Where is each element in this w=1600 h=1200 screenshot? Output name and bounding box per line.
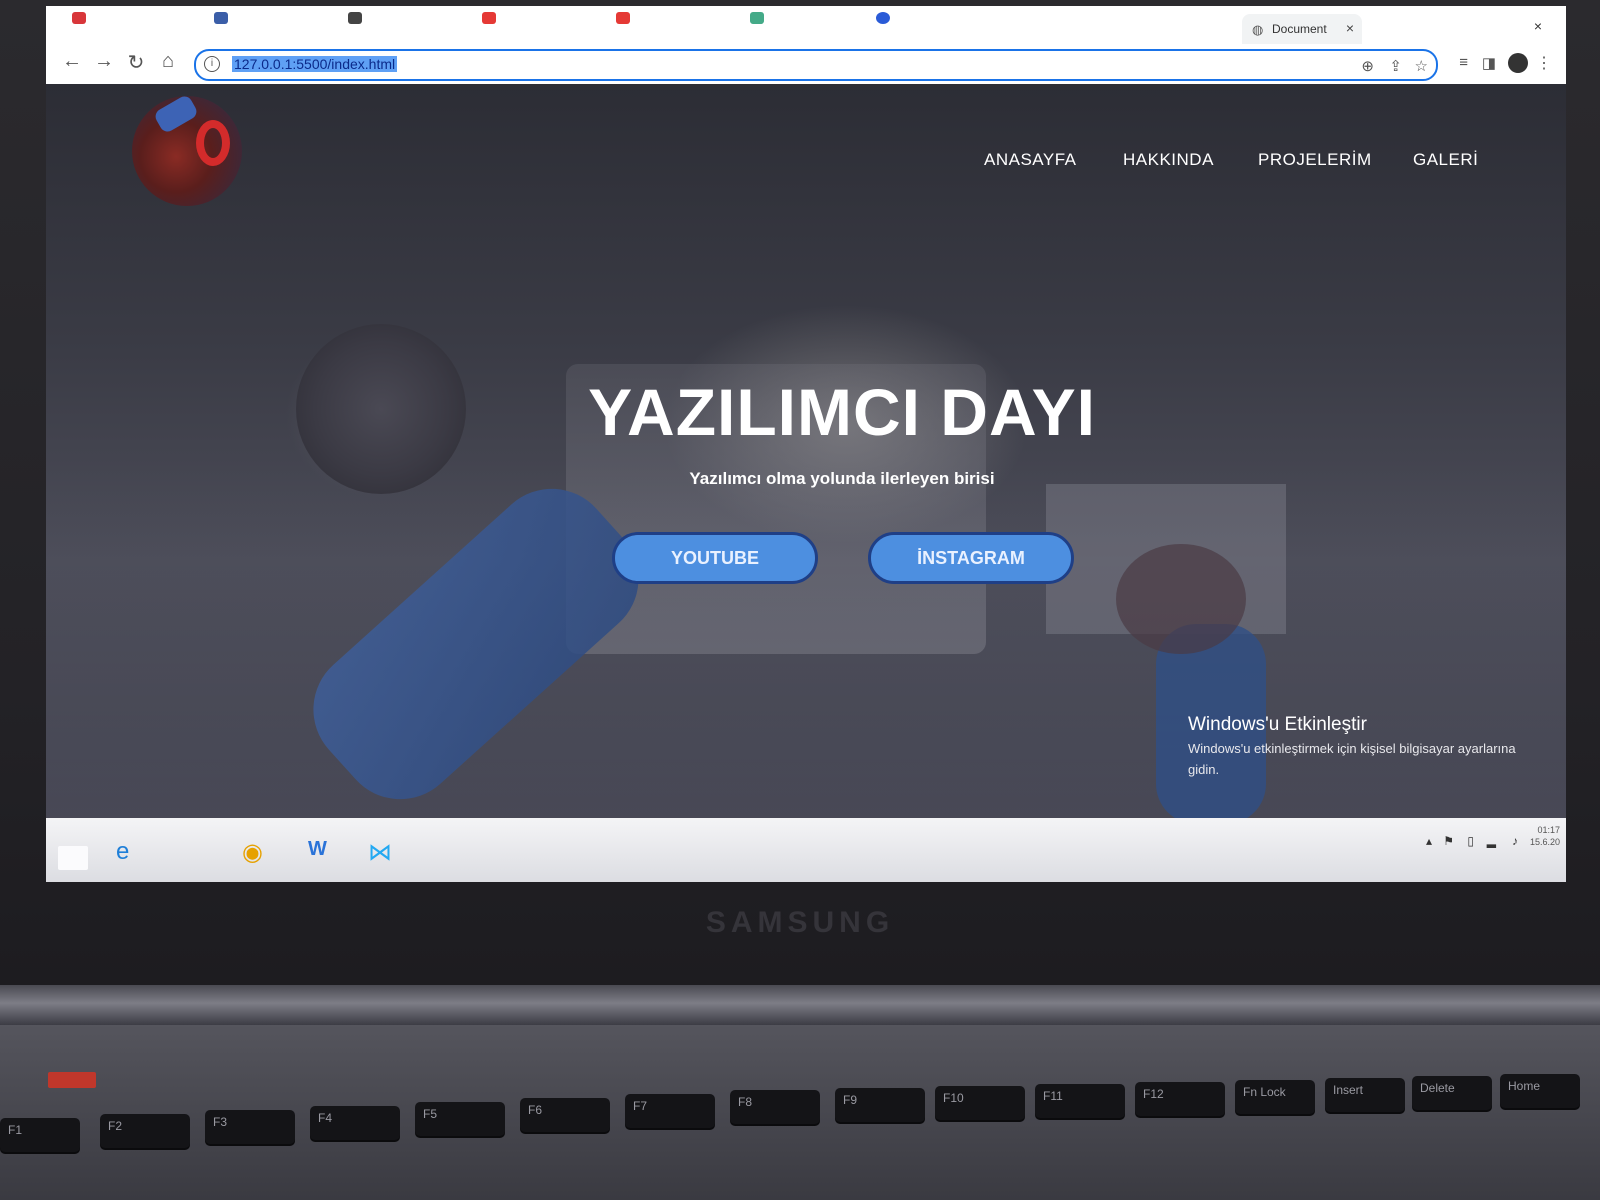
key-f2: F2	[100, 1114, 190, 1148]
battery-icon[interactable]: ▯	[1467, 834, 1474, 848]
chrome-icon[interactable]: ◉	[242, 838, 263, 867]
start-button[interactable]	[58, 846, 88, 870]
address-bar[interactable]: i 127.0.0.1:5500/index.html ⊕ ⇪ ☆	[194, 49, 1438, 81]
key-f6: F6	[520, 1098, 610, 1132]
globe-icon: ◍	[1252, 22, 1264, 37]
address-bar-url[interactable]: 127.0.0.1:5500/index.html	[232, 56, 398, 72]
key-f5: F5	[415, 1102, 505, 1136]
word-icon[interactable]: W	[308, 838, 327, 861]
key-insert: Insert	[1325, 1078, 1405, 1112]
key-home: Home	[1500, 1074, 1580, 1108]
internet-explorer-icon[interactable]: e	[116, 838, 129, 866]
window-close-icon[interactable]: ×	[1534, 18, 1542, 34]
show-hidden-icons-icon[interactable]: ▴	[1426, 834, 1432, 848]
side-panel-icon[interactable]: ◨	[1482, 54, 1496, 72]
key-delete: Delete	[1412, 1076, 1492, 1110]
key-fn-lock: Fn Lock	[1235, 1080, 1315, 1114]
key-f4: F4	[310, 1106, 400, 1140]
clock-time: 01:17	[1537, 825, 1560, 835]
watermark-text: Windows'u etkinleştirmek için kişisel bi…	[1188, 741, 1516, 777]
hero-title: YAZILIMCI DAYI	[588, 375, 1096, 449]
site-logo[interactable]	[132, 96, 242, 206]
key-f1: F1	[0, 1118, 80, 1152]
vscode-icon[interactable]: ⋈	[368, 838, 392, 867]
windows-taskbar: e ◉ W ⋈ ▴ ⚑ ▯ ▂ ♪ 01:17 15.6.20	[46, 818, 1566, 882]
menu-kebab-icon[interactable]: ⋮	[1536, 53, 1552, 73]
website-viewport: ANASAYFA HAKKINDA PROJELERİM GALERİ YAZI…	[46, 84, 1566, 818]
key-f9: F9	[835, 1088, 925, 1122]
bookmark-star-icon[interactable]: ☆	[1415, 57, 1428, 75]
key-f12: F12	[1135, 1082, 1225, 1116]
laptop-screen: ◍ Document × × ← → ↻ ⌂ i 127.0.0.1:5500/…	[46, 6, 1566, 882]
key-f8: F8	[730, 1090, 820, 1124]
nav-hakkinda[interactable]: HAKKINDA	[1123, 150, 1214, 170]
laptop-hinge	[0, 985, 1600, 1025]
nav-galeri[interactable]: GALERİ	[1413, 150, 1478, 170]
watermark-title: Windows'u Etkinleştir	[1188, 714, 1367, 735]
key-f3: F3	[205, 1110, 295, 1144]
forward-arrow-icon[interactable]: →	[92, 50, 116, 73]
laptop-brand-logo: SAMSUNG	[705, 906, 895, 939]
volume-icon[interactable]: ♪	[1512, 834, 1518, 848]
hero-subtitle: Yazılımcı olma yolunda ilerleyen birisi	[689, 469, 995, 488]
pinned-tab-icon[interactable]	[348, 12, 362, 24]
reading-list-icon[interactable]: ≡	[1459, 54, 1468, 71]
youtube-button[interactable]: YOUTUBE	[612, 532, 818, 584]
pinned-tab-icon[interactable]	[214, 12, 228, 24]
key-f10: F10	[935, 1086, 1025, 1120]
key-f11: F11	[1035, 1084, 1125, 1118]
hand-photo	[1116, 544, 1246, 654]
profile-avatar[interactable]	[1508, 53, 1528, 73]
site-info-icon[interactable]: i	[204, 56, 220, 72]
zoom-icon[interactable]: ⊕	[1361, 57, 1374, 75]
youtube-tab-icon[interactable]	[482, 12, 496, 24]
taskbar-clock[interactable]: 01:17 15.6.20	[1530, 824, 1560, 848]
reload-icon[interactable]: ↻	[124, 50, 148, 75]
browser-tab-strip: ◍ Document × ×	[46, 6, 1566, 45]
youtube-tab-icon[interactable]	[616, 12, 630, 24]
slack-tab-icon[interactable]	[750, 12, 764, 24]
tab-document[interactable]: ◍ Document ×	[1242, 14, 1362, 44]
home-icon[interactable]: ⌂	[156, 50, 180, 73]
browser-toolbar: ← → ↻ ⌂ i 127.0.0.1:5500/index.html ⊕ ⇪ …	[46, 44, 1566, 85]
status-led	[48, 1072, 96, 1088]
tab-title: Document	[1272, 22, 1327, 36]
key-f7: F7	[625, 1094, 715, 1128]
action-center-flag-icon[interactable]: ⚑	[1443, 834, 1454, 848]
back-arrow-icon[interactable]: ←	[60, 50, 84, 73]
tab-close-icon[interactable]: ×	[1346, 20, 1354, 36]
share-icon[interactable]: ⇪	[1389, 57, 1402, 75]
clock-date: 15.6.20	[1529, 837, 1560, 847]
udemy-tab-icon[interactable]	[876, 12, 890, 24]
network-signal-icon[interactable]: ▂	[1487, 834, 1496, 848]
pinned-tab-icon[interactable]	[72, 12, 86, 24]
nav-anasayfa[interactable]: ANASAYFA	[984, 150, 1077, 170]
instagram-button[interactable]: İNSTAGRAM	[868, 532, 1074, 584]
nav-projelerim[interactable]: PROJELERİM	[1258, 150, 1372, 170]
windows-activation-watermark: Windows'u Etkinleştir Windows'u etkinleş…	[1188, 714, 1538, 780]
